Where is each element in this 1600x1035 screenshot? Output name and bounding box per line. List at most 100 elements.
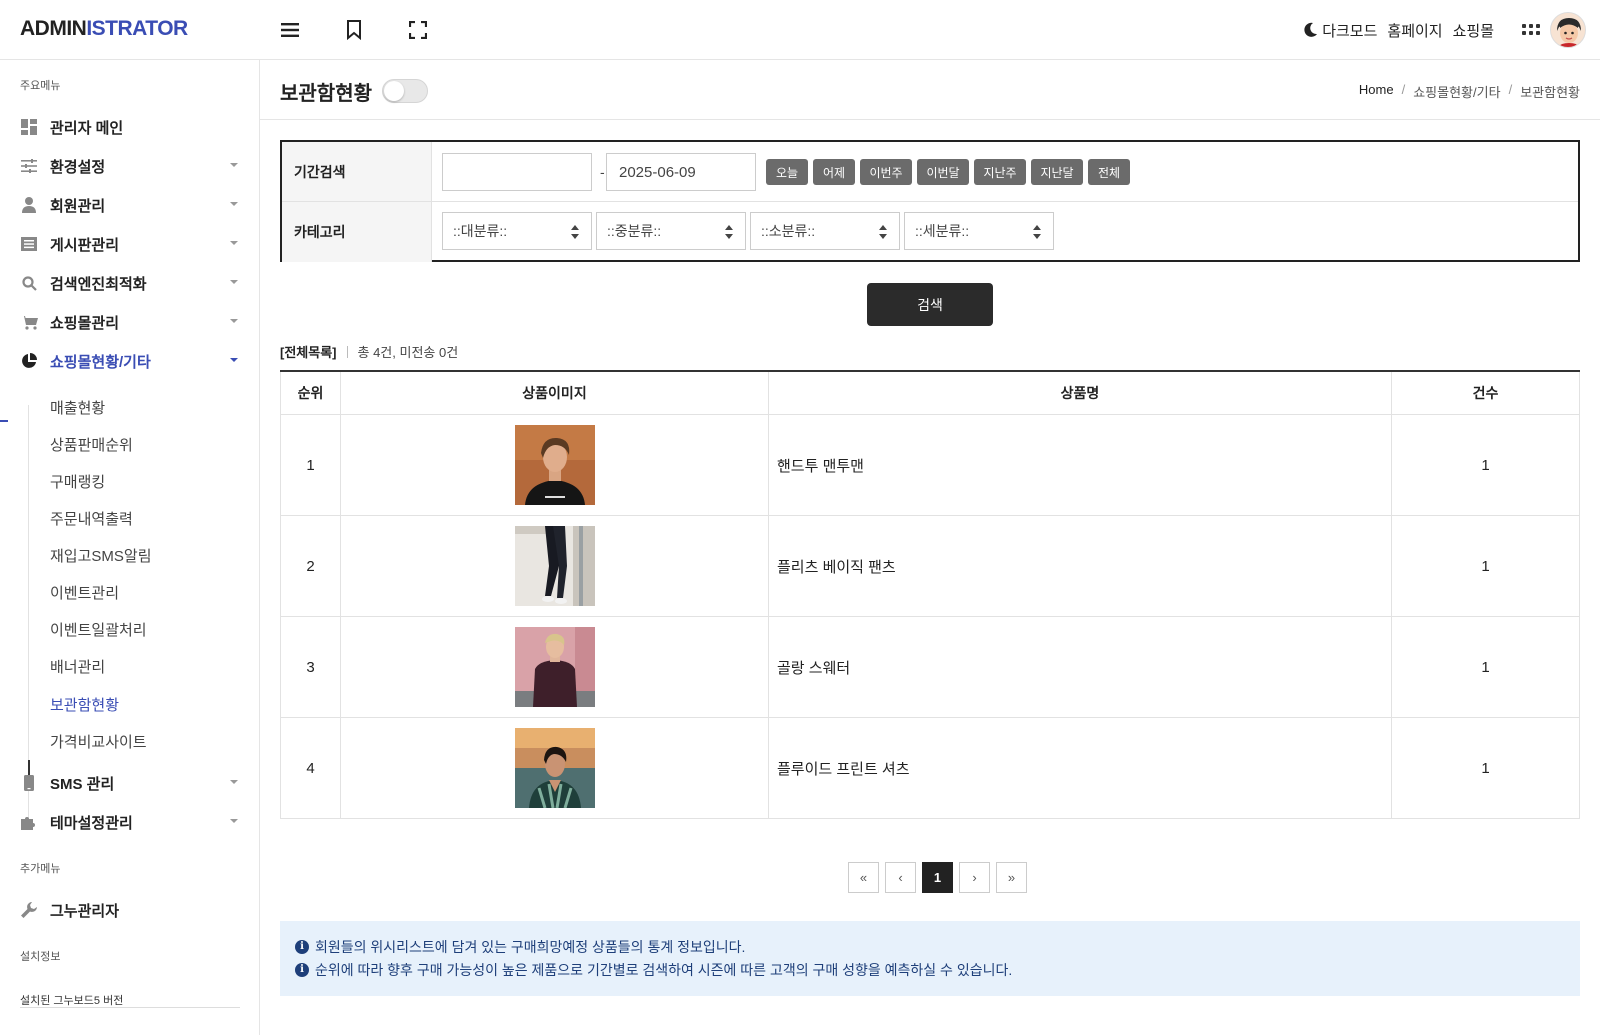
bookmark-icon[interactable] bbox=[341, 17, 367, 43]
sidebar-item-shop-stats[interactable]: 쇼핑몰현황/기타 bbox=[0, 346, 259, 376]
submenu-item-events[interactable]: 이벤트관리 bbox=[50, 582, 119, 603]
category-level1-select[interactable]: ::대분류:: bbox=[442, 212, 592, 250]
chevron-down-icon bbox=[230, 202, 238, 206]
all-list-link[interactable]: [전체목록] bbox=[280, 342, 337, 361]
product-name-cell[interactable]: 골랑 스웨터 bbox=[768, 617, 1391, 717]
total-count: 총 4건, 미전송 0건 bbox=[357, 345, 459, 360]
period-label: 기간검색 bbox=[282, 142, 432, 201]
product-thumbnail[interactable] bbox=[514, 728, 595, 808]
submenu-item-product-ranking[interactable]: 상품판매순위 bbox=[50, 434, 133, 455]
image-cell bbox=[340, 516, 768, 616]
quick-this-month-button[interactable]: 이번달 bbox=[917, 159, 969, 185]
submenu-item-sales[interactable]: 매출현황 bbox=[50, 397, 105, 418]
main-content: 보관함현황 Home / 쇼핑몰현황/기타 / 보관함현황 기간검색 - 202… bbox=[260, 60, 1600, 1035]
extra-menu-title: 추가메뉴 bbox=[20, 863, 61, 875]
table-row: 4 플루이드 프린트 셔츠 1 bbox=[280, 718, 1580, 819]
date-from-input[interactable] bbox=[442, 153, 592, 191]
logo-accent: ISTRATOR bbox=[86, 17, 188, 40]
image-cell bbox=[340, 415, 768, 515]
header-image: 상품이미지 bbox=[340, 372, 768, 414]
submenu-item-event-batch[interactable]: 이벤트일괄처리 bbox=[50, 619, 147, 640]
user-icon bbox=[20, 196, 38, 214]
sidebar-item-seo[interactable]: 검색엔진최적화 bbox=[0, 268, 259, 298]
category-level3-select[interactable]: ::소분류:: bbox=[750, 212, 900, 250]
hamburger-menu-icon[interactable] bbox=[277, 17, 303, 43]
header-rank: 순위 bbox=[280, 372, 340, 414]
sidebar-item-sms[interactable]: SMS 관리 bbox=[0, 768, 259, 798]
logo[interactable]: ADMINISTRATOR bbox=[20, 17, 188, 41]
sidebar-item-label: 환경설정 bbox=[50, 158, 106, 176]
current-page-button[interactable]: 1 bbox=[922, 862, 953, 893]
quick-last-month-button[interactable]: 지난달 bbox=[1031, 159, 1083, 185]
breadcrumb-home[interactable]: Home bbox=[1359, 82, 1394, 101]
breadcrumb-current: 보관함현황 bbox=[1520, 85, 1580, 100]
quick-yesterday-button[interactable]: 어제 bbox=[813, 159, 855, 185]
wishlist-table: 순위 상품이미지 상품명 건수 1 핸드투 맨투맨 1 2 플리츠 베이직 팬츠… bbox=[280, 370, 1580, 819]
sidebar-item-theme[interactable]: 테마설정관리 bbox=[0, 807, 259, 837]
select-arrows-icon bbox=[725, 225, 733, 239]
sidebar-item-shop-admin[interactable]: 쇼핑몰관리 bbox=[0, 307, 259, 337]
homepage-link[interactable]: 홈페이지 bbox=[1387, 20, 1442, 41]
main-menu-title: 주요메뉴 bbox=[20, 80, 61, 92]
rank-cell: 1 bbox=[280, 415, 340, 515]
submenu-item-banners[interactable]: 배너관리 bbox=[50, 656, 105, 677]
category-level2-select[interactable]: ::중분류:: bbox=[596, 212, 746, 250]
product-thumbnail[interactable] bbox=[514, 627, 595, 707]
product-thumbnail[interactable] bbox=[514, 425, 595, 505]
quick-all-button[interactable]: 전체 bbox=[1088, 159, 1130, 185]
product-name-cell[interactable]: 핸드투 맨투맨 bbox=[768, 415, 1391, 515]
sidebar-item-label: 관리자 메인 bbox=[50, 119, 124, 137]
prev-page-button[interactable]: ‹ bbox=[885, 862, 916, 893]
logo-main: ADMIN bbox=[20, 17, 87, 40]
count-cell: 1 bbox=[1391, 516, 1580, 616]
search-button[interactable]: 검색 bbox=[867, 283, 993, 326]
select-value: ::세분류:: bbox=[915, 223, 970, 239]
product-thumbnail[interactable] bbox=[514, 526, 595, 606]
chevron-down-icon bbox=[230, 319, 238, 323]
chevron-down-icon bbox=[230, 163, 238, 167]
quick-this-week-button[interactable]: 이번주 bbox=[860, 159, 912, 185]
breadcrumb-category[interactable]: 쇼핑몰현황/기타 bbox=[1413, 82, 1500, 101]
dark-mode-label: 다크모드 bbox=[1322, 22, 1378, 40]
sidebar-item-settings[interactable]: 환경설정 bbox=[0, 151, 259, 181]
submenu-item-wishlist-status[interactable]: 보관함현황 bbox=[50, 694, 119, 715]
dark-mode-toggle[interactable]: 다크모드 bbox=[1304, 20, 1377, 41]
chevron-down-icon bbox=[230, 819, 238, 823]
quick-today-button[interactable]: 오늘 bbox=[766, 159, 808, 185]
quick-last-week-button[interactable]: 지난주 bbox=[974, 159, 1026, 185]
sidebar-item-board[interactable]: 게시판관리 bbox=[0, 229, 259, 259]
apps-grid-icon[interactable] bbox=[1522, 21, 1540, 39]
page-toggle-switch[interactable] bbox=[382, 79, 428, 103]
dashboard-icon bbox=[20, 118, 38, 136]
product-name-cell[interactable]: 플리츠 베이직 팬츠 bbox=[768, 516, 1391, 616]
moon-icon bbox=[1304, 22, 1318, 37]
submenu-item-order-print[interactable]: 주문내역출력 bbox=[50, 508, 133, 529]
select-arrows-icon bbox=[571, 225, 579, 239]
count-cell: 1 bbox=[1391, 617, 1580, 717]
category-level4-select[interactable]: ::세분류:: bbox=[904, 212, 1054, 250]
sidebar-item-admin-main[interactable]: 관리자 메인 bbox=[0, 112, 259, 142]
last-page-button[interactable]: » bbox=[996, 862, 1027, 893]
sidebar-item-label: SMS 관리 bbox=[50, 775, 115, 793]
fullscreen-icon[interactable] bbox=[405, 17, 431, 43]
next-page-button[interactable]: › bbox=[959, 862, 990, 893]
select-arrows-icon bbox=[1033, 225, 1041, 239]
search-form: 기간검색 - 2025-06-09 오늘 어제 이번주 이번달 지난주 지난달 … bbox=[280, 140, 1580, 262]
submenu-item-purchase-ranking[interactable]: 구매랭킹 bbox=[50, 471, 105, 492]
pie-chart-icon bbox=[20, 352, 38, 370]
page-title-bar: 보관함현황 Home / 쇼핑몰현황/기타 / 보관함현황 bbox=[260, 60, 1600, 120]
sidebar-item-gnu-admin[interactable]: 그누관리자 bbox=[0, 895, 259, 925]
date-to-input[interactable]: 2025-06-09 bbox=[606, 153, 756, 191]
sidebar-item-members[interactable]: 회원관리 bbox=[0, 190, 259, 220]
page-title: 보관함현황 bbox=[280, 83, 372, 105]
chevron-down-icon bbox=[230, 241, 238, 245]
sidebar-item-label: 쇼핑몰현황/기타 bbox=[50, 353, 151, 371]
shop-link[interactable]: 쇼핑몰 bbox=[1453, 20, 1494, 41]
product-name-cell[interactable]: 플루이드 프린트 셔츠 bbox=[768, 718, 1391, 818]
avatar[interactable] bbox=[1550, 12, 1586, 48]
chevron-down-icon bbox=[230, 780, 238, 784]
submenu-item-restock-sms[interactable]: 재입고SMS알림 bbox=[50, 545, 152, 566]
header-count: 건수 bbox=[1391, 372, 1580, 414]
submenu-item-price-compare[interactable]: 가격비교사이트 bbox=[50, 731, 147, 752]
first-page-button[interactable]: « bbox=[848, 862, 879, 893]
